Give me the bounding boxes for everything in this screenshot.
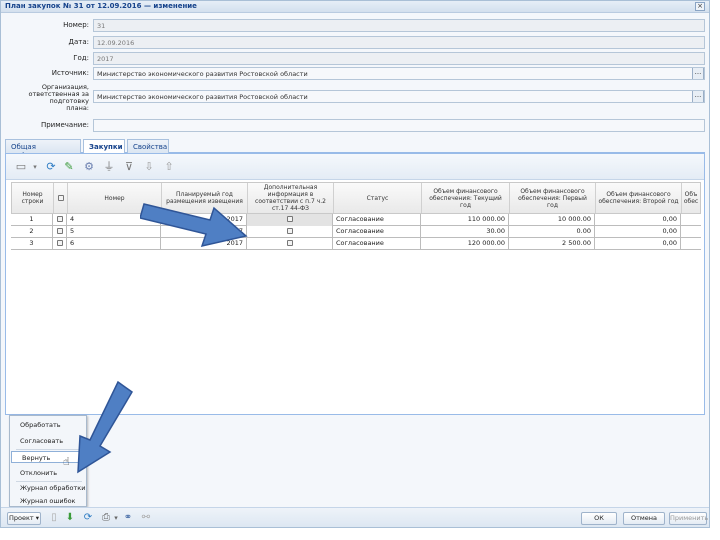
cell-current-year: 110 000.00: [421, 214, 509, 226]
cell-current-year: 30.00: [421, 226, 509, 238]
col-additional[interactable]: Дополнительная информация в соответствии…: [248, 183, 334, 213]
tab-general[interactable]: Общая информация: [5, 139, 81, 159]
number-field[interactable]: 31: [93, 19, 705, 32]
title-bar[interactable]: План закупок № 31 от 12.09.2016 — измене…: [1, 1, 709, 13]
date-field[interactable]: 12.09.2016: [93, 36, 705, 49]
note-row: Примечание:: [1, 119, 709, 133]
apply-button[interactable]: Применить: [669, 512, 708, 525]
attachment-icon[interactable]: ⚭: [121, 511, 135, 525]
note-label: Примечание:: [40, 121, 89, 129]
additional-checkbox[interactable]: [286, 228, 293, 234]
refresh-icon[interactable]: ⟳: [81, 511, 95, 525]
move-up-icon[interactable]: ⇧: [162, 160, 176, 174]
col-status[interactable]: Статус: [334, 183, 422, 213]
source-lookup-button[interactable]: ...: [692, 68, 704, 79]
additional-checkbox[interactable]: [286, 240, 293, 246]
cell-status: Согласование: [333, 226, 421, 238]
edit-icon[interactable]: ✎: [62, 160, 76, 174]
annotation-arrow-menu: [77, 380, 133, 474]
menu-item-processing-log[interactable]: Журнал обработки: [10, 482, 86, 494]
cell-select[interactable]: [53, 226, 67, 238]
save-icon[interactable]: ⬇: [63, 511, 77, 525]
additional-checkbox[interactable]: [286, 216, 293, 222]
col-second-year[interactable]: Объем финансового обеспечения: Второй го…: [596, 183, 682, 213]
cell-line: 2: [11, 226, 53, 238]
org-row: Организация, ответственная за подготовку…: [1, 84, 709, 112]
grid-toolbar: ▭ ▾ ⟳ ✎ ⚙ ⏚ ⊽ ⇩ ⇧: [6, 154, 704, 180]
table-row[interactable]: 3 6 2017 Согласование 120 000.00 2 500.0…: [11, 238, 701, 250]
org-label: Организация, ответственная за подготовку…: [1, 84, 89, 112]
year-row: Год: 2017: [1, 52, 709, 66]
refresh-icon[interactable]: ⟳: [44, 160, 58, 174]
bottom-toolbar: Проект ▾ ▯ ⬇ ⟳ ⎙ ▾ ⚭ ⚯ ОК Отмена Примени…: [1, 507, 709, 527]
org-field[interactable]: Министерство экономического развития Рос…: [93, 90, 705, 103]
link-icon[interactable]: ⚯: [139, 511, 153, 525]
cell-additional[interactable]: [247, 214, 333, 226]
date-row: Дата: 12.09.2016: [1, 36, 709, 50]
org-label-line2: ответственная за подготовку: [28, 90, 89, 105]
year-label: Год:: [73, 54, 89, 62]
grid-header: Номер строки Номер Планируемый год разме…: [11, 182, 701, 214]
cell-first-year: 10 000.00: [509, 214, 595, 226]
filter-clear-icon[interactable]: ⊽: [122, 160, 136, 174]
table-row[interactable]: 2 5 2017 Согласование 30.00 0.00 0,00: [11, 226, 701, 238]
tab-properties[interactable]: Свойства: [127, 139, 169, 153]
cell-second-year: 0,00: [595, 214, 681, 226]
cell-line: 3: [11, 238, 53, 250]
cell-status: Согласование: [333, 214, 421, 226]
year-field[interactable]: 2017: [93, 52, 705, 65]
tab-strip: Общая информация Закупки Свойства: [5, 139, 705, 159]
cell-first-year: 2 500.00: [509, 238, 595, 250]
org-value: Министерство экономического развития Рос…: [97, 93, 308, 101]
annotation-arrow-row: [140, 203, 248, 248]
select-all-checkbox[interactable]: [57, 195, 64, 201]
close-icon[interactable]: ×: [695, 2, 705, 11]
cell-additional[interactable]: [247, 226, 333, 238]
table-row[interactable]: 1 4 2017 Согласование 110 000.00 10 000.…: [11, 214, 701, 226]
cell-second-year: 0,00: [595, 238, 681, 250]
date-label: Дата:: [68, 38, 89, 46]
source-row: Источник: Министерство экономического ра…: [1, 67, 709, 81]
source-field[interactable]: Министерство экономического развития Рос…: [93, 67, 705, 80]
dropdown-arrow-icon[interactable]: ▾: [28, 160, 42, 174]
org-lookup-button[interactable]: ...: [692, 91, 704, 102]
cell-select[interactable]: [53, 214, 67, 226]
note-field[interactable]: [93, 119, 705, 132]
filter-icon[interactable]: ⏚: [102, 160, 116, 174]
col-first-year[interactable]: Объем финансового обеспечения: Первый го…: [510, 183, 596, 213]
menu-item-error-log[interactable]: Журнал ошибок: [10, 495, 86, 507]
number-row: Номер: 31: [1, 19, 709, 33]
row-checkbox[interactable]: [56, 216, 63, 222]
cell-current-year: 120 000.00: [421, 238, 509, 250]
window-title: План закупок № 31 от 12.09.2016 — измене…: [5, 2, 197, 10]
cell-additional[interactable]: [247, 238, 333, 250]
cancel-button[interactable]: Отмена: [623, 512, 665, 525]
source-value: Министерство экономического развития Рос…: [97, 70, 308, 78]
tab-purchases[interactable]: Закупки: [83, 139, 125, 154]
document-icon[interactable]: ▯: [47, 511, 61, 525]
cell-status: Согласование: [333, 238, 421, 250]
mouse-cursor-icon: ☝: [63, 455, 70, 468]
org-label-line3: плана:: [66, 104, 89, 112]
row-checkbox[interactable]: [56, 228, 63, 234]
row-checkbox[interactable]: [56, 240, 63, 246]
number-label: Номер:: [63, 21, 89, 29]
move-down-icon[interactable]: ⇩: [142, 160, 156, 174]
purchases-panel: ▭ ▾ ⟳ ✎ ⚙ ⏚ ⊽ ⇩ ⇧ Номер строки Номер Пла…: [5, 153, 705, 415]
settings-icon[interactable]: ⚙: [82, 160, 96, 174]
cell-first-year: 0.00: [509, 226, 595, 238]
col-current-year[interactable]: Объем финансового обеспечения: Текущий г…: [422, 183, 510, 213]
cell-line: 1: [11, 214, 53, 226]
col-line[interactable]: Номер строки: [12, 183, 54, 213]
col-select[interactable]: [54, 183, 68, 213]
col-next[interactable]: Объ обес: [682, 183, 700, 213]
ok-button[interactable]: ОК: [581, 512, 617, 525]
source-label: Источник:: [51, 69, 89, 77]
add-icon[interactable]: ▭: [14, 160, 28, 174]
cell-select[interactable]: [53, 238, 67, 250]
cell-second-year: 0,00: [595, 226, 681, 238]
project-menu-button[interactable]: Проект ▾: [7, 512, 41, 525]
